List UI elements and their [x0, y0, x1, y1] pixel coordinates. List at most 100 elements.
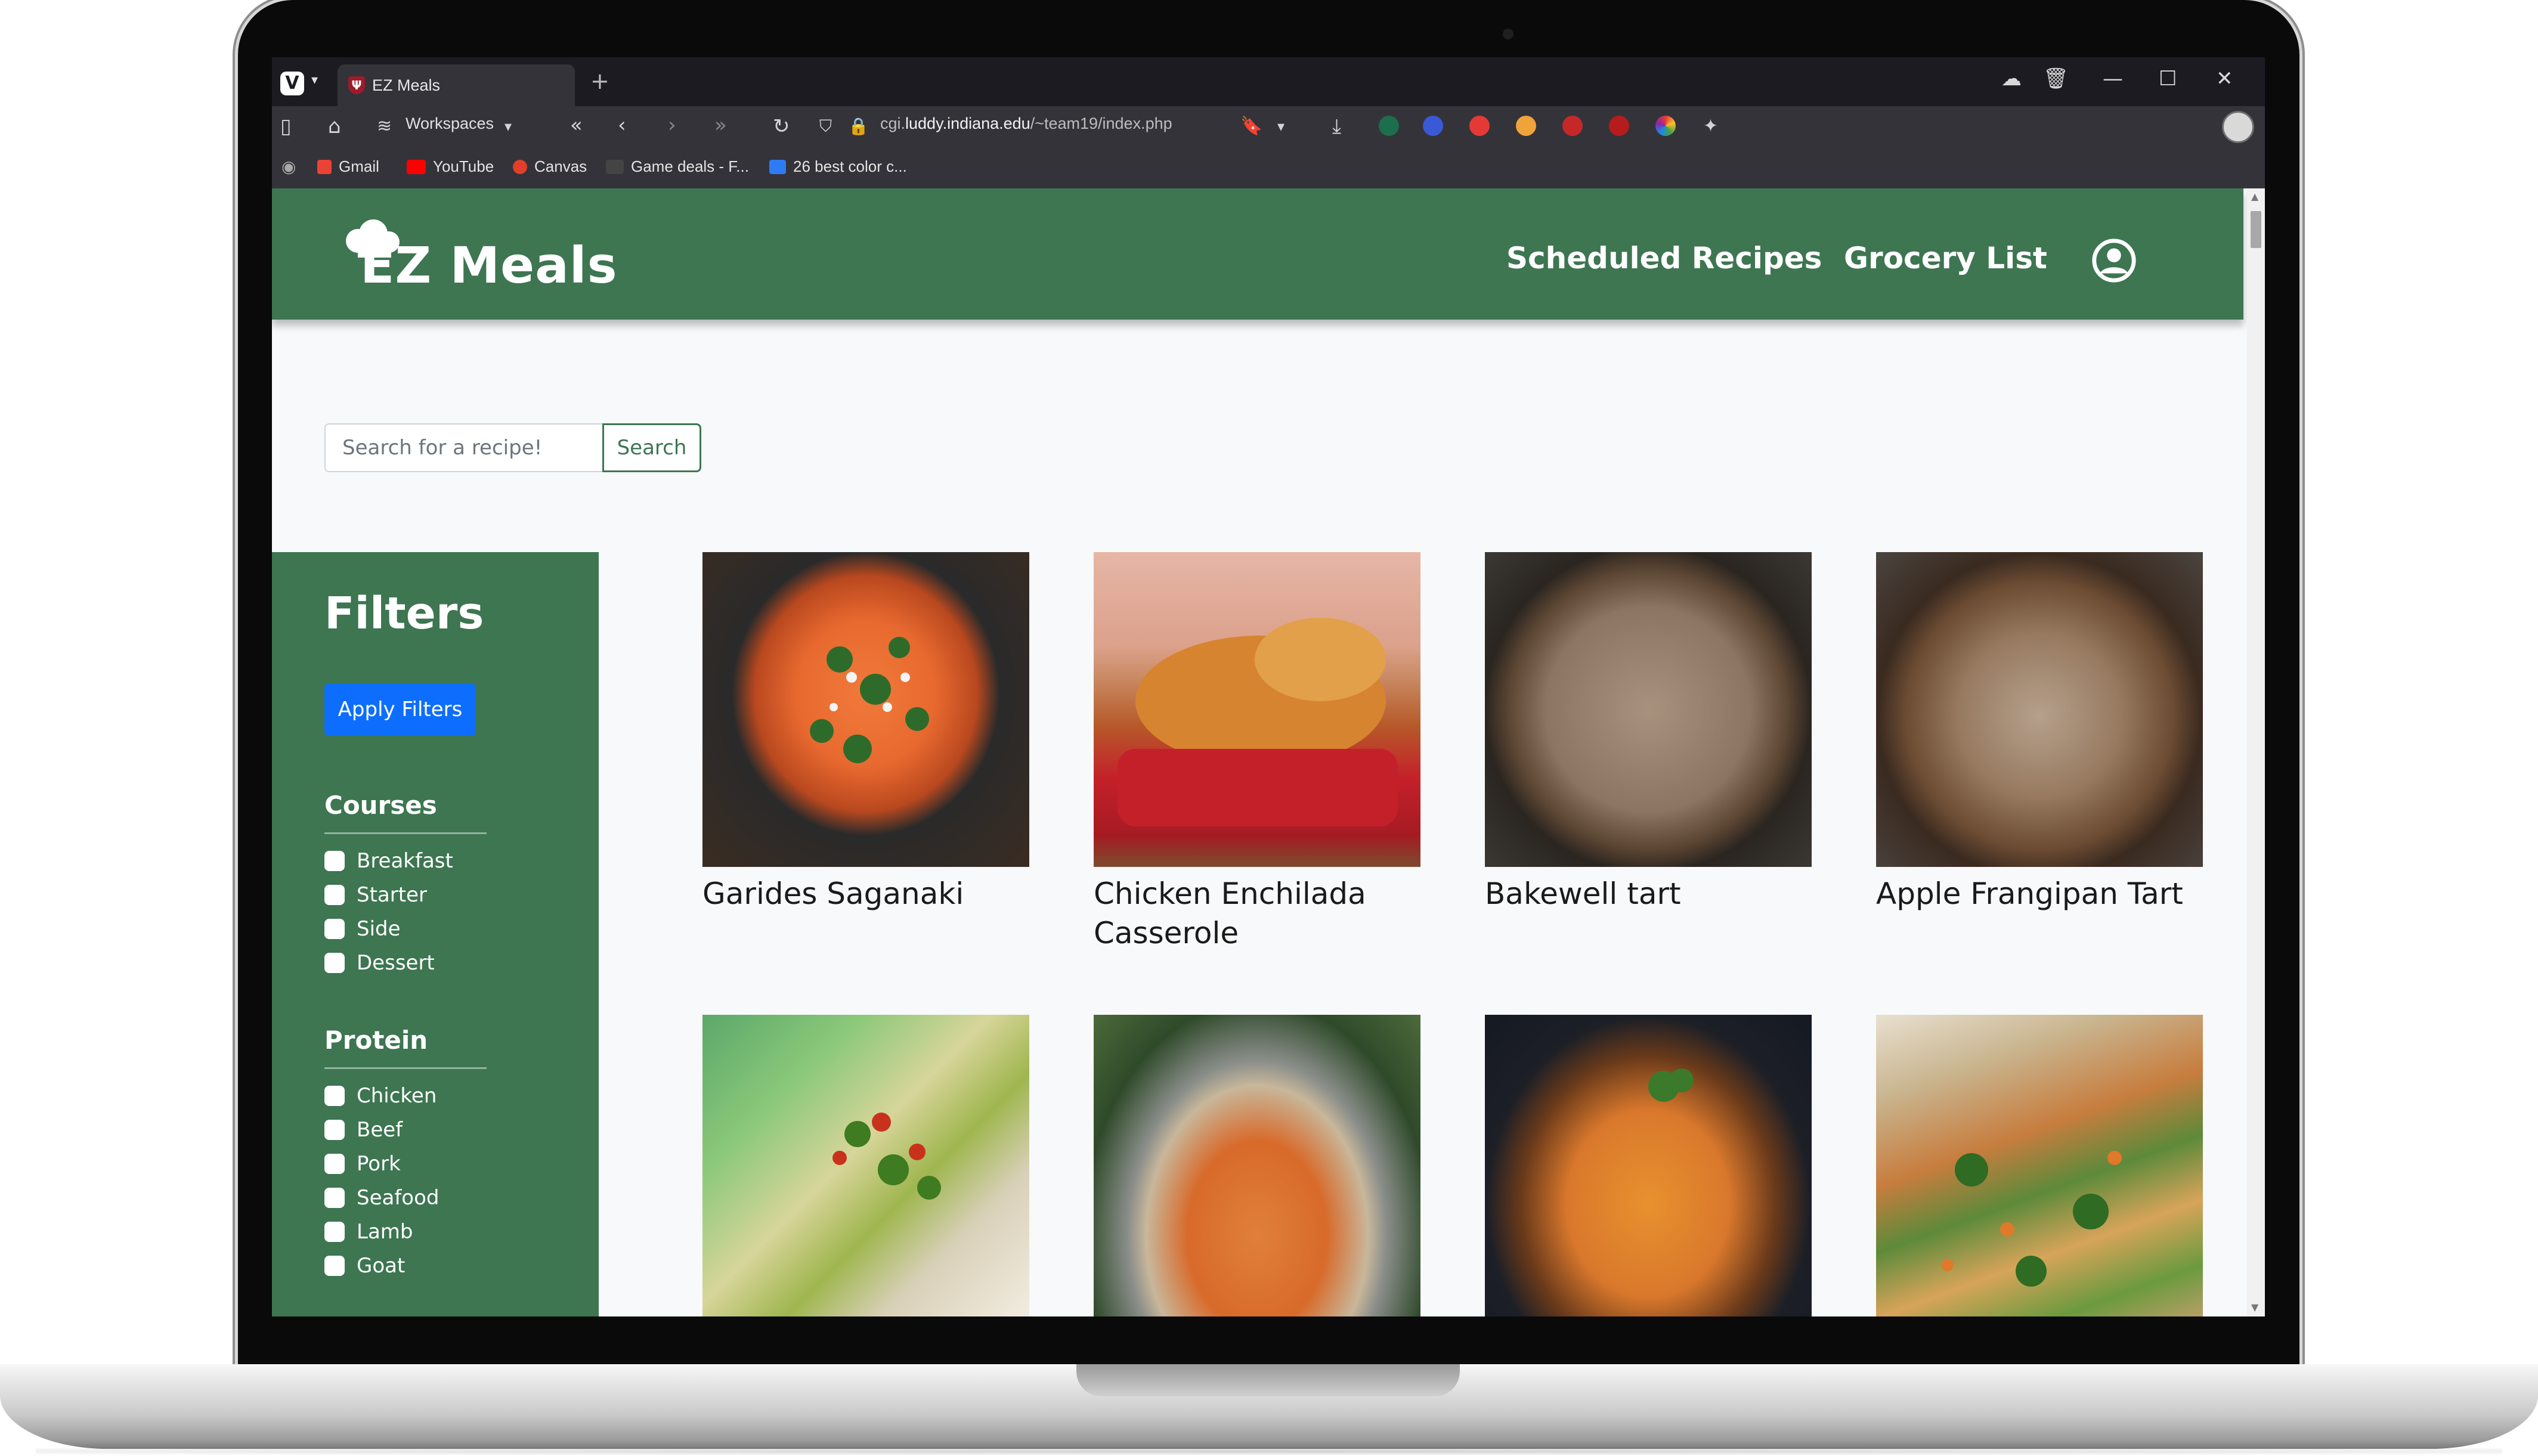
workspaces-icon[interactable]: ≋ [377, 114, 392, 138]
fast-forward-icon[interactable]: » [714, 113, 727, 137]
recipe-title[interactable]: Bakewell tart [1485, 874, 1819, 913]
filter-option-chicken[interactable]: Chicken [324, 1082, 437, 1110]
workspaces-button[interactable]: Workspaces [406, 114, 494, 133]
pasta-decor [1648, 1068, 1694, 1102]
filter-option-seafood[interactable]: Seafood [324, 1184, 439, 1212]
checkbox[interactable] [324, 851, 345, 871]
laptop-shadow [36, 1448, 2502, 1455]
recipe-title[interactable]: Chicken Enchilada Casserole [1094, 874, 1428, 953]
reload-icon[interactable]: ↻ [773, 114, 790, 138]
filter-option-lamb[interactable]: Lamb [324, 1218, 413, 1246]
bookmark-canvas[interactable]: Canvas [513, 157, 587, 176]
brand-logo[interactable]: EZ Meals [360, 236, 618, 295]
scrollbar-thumb[interactable] [2251, 211, 2261, 248]
nav-scheduled-recipes[interactable]: Scheduled Recipes [1506, 241, 1822, 275]
checkbox[interactable] [324, 885, 345, 905]
panel-toggle-icon[interactable]: ▯ [280, 114, 292, 138]
filter-option-beef[interactable]: Beef [324, 1116, 403, 1144]
nav-grocery-list[interactable]: Grocery List [1844, 241, 2047, 275]
filter-option-breakfast[interactable]: Breakfast [324, 847, 453, 875]
profile-avatar[interactable] [2222, 111, 2254, 143]
filter-option-label: Beef [357, 1118, 403, 1142]
filter-option-label: Side [357, 917, 401, 941]
bookmark-colors[interactable]: 26 best color c... [769, 157, 907, 176]
chevron-down-icon[interactable]: ▾ [311, 73, 318, 88]
bookmark-game-deals[interactable]: Game deals - F... [606, 157, 749, 176]
bookmark-gmail[interactable]: Gmail [317, 157, 379, 176]
checkbox[interactable] [324, 1256, 345, 1276]
recipe-image[interactable] [1876, 1015, 2203, 1316]
forward-icon[interactable]: › [668, 113, 676, 137]
filter-group-courses-title: Courses [324, 791, 437, 820]
fried-rice-decor [1942, 1151, 2122, 1287]
checkbox[interactable] [324, 1120, 345, 1140]
account-icon[interactable] [2091, 237, 2137, 284]
shield-icon[interactable]: ⛉ [819, 114, 832, 138]
recipe-title[interactable]: Apple Frangipan Tart [1876, 874, 2210, 913]
recipe-image[interactable] [702, 552, 1029, 867]
minimize-icon[interactable]: — [2103, 67, 2123, 91]
home-icon[interactable]: ⌂ [328, 114, 341, 138]
chevron-down-icon[interactable]: ▾ [504, 114, 512, 138]
recipe-image[interactable] [1485, 1015, 1812, 1316]
trash-icon[interactable]: 🗑 [2043, 67, 2069, 91]
puzzle-icon[interactable]: ✦ [1703, 114, 1718, 138]
tab-ez-meals[interactable]: Ψ EZ Meals [338, 64, 575, 106]
extension-icon[interactable] [1469, 116, 1490, 136]
filter-option-dessert[interactable]: Dessert [324, 949, 435, 977]
checkbox[interactable] [324, 1086, 345, 1106]
close-icon[interactable]: ✕ [2216, 67, 2233, 91]
filter-option-goat[interactable]: Goat [324, 1251, 405, 1280]
checkbox[interactable] [324, 919, 345, 939]
search-button[interactable]: Search [602, 423, 701, 472]
checkbox[interactable] [324, 1188, 345, 1208]
extension-icon[interactable] [1423, 116, 1443, 136]
scroll-down-icon[interactable]: ▼ [2251, 1302, 2258, 1313]
search-input[interactable]: Search for a recipe! [324, 423, 603, 472]
extension-icon[interactable] [1562, 116, 1583, 136]
rewind-icon[interactable]: « [570, 113, 583, 137]
camera [1503, 29, 1513, 39]
extension-icon[interactable] [1516, 116, 1536, 136]
extension-icon[interactable] [1655, 116, 1676, 136]
apply-filters-button[interactable]: Apply Filters [324, 683, 476, 736]
recipe-image[interactable] [702, 1015, 1029, 1316]
bookmark-label: Canvas [534, 157, 587, 175]
maximize-icon[interactable]: ☐ [2159, 67, 2177, 91]
filter-option-side[interactable]: Side [324, 915, 401, 943]
recipe-image[interactable] [1094, 552, 1420, 867]
scroll-up-icon[interactable]: ▲ [2251, 191, 2258, 202]
chevron-down-icon[interactable]: ▾ [1277, 114, 1285, 138]
extension-icon[interactable] [1379, 116, 1399, 136]
bookmark-youtube[interactable]: YouTube [407, 157, 494, 176]
bookmark-label: 26 best color c... [793, 157, 907, 175]
bookmark-label: Gmail [339, 157, 379, 175]
bookmark-site-icon [769, 160, 786, 174]
filter-option-starter[interactable]: Starter [324, 881, 427, 909]
globe-icon[interactable]: ◉ [281, 155, 296, 179]
filter-option-pork[interactable]: Pork [324, 1150, 401, 1178]
back-icon[interactable]: ‹ [618, 113, 626, 137]
page-scrollbar[interactable]: ▲ ▼ [2247, 188, 2265, 1316]
screen: V ▾ Ψ EZ Meals + ☁ 🗑 — ☐ ✕ ▯ ⌂ ≋ Workspa… [272, 57, 2265, 1316]
site-navbar: EZ Meals Scheduled Recipes Grocery List [272, 188, 2243, 320]
filter-option-label: Lamb [357, 1220, 413, 1244]
filter-option-label: Goat [357, 1254, 406, 1278]
recipe-title[interactable]: Garides Saganaki [702, 874, 1036, 913]
url-field[interactable]: cgi.luddy.indiana.edu/~team19/index.php [880, 114, 1172, 133]
extension-icon[interactable] [1609, 116, 1629, 136]
checkbox[interactable] [324, 1222, 345, 1242]
download-icon[interactable]: ⤓ [1332, 114, 1341, 138]
iu-favicon-icon: Ψ [348, 76, 365, 94]
checkbox[interactable] [324, 1154, 345, 1174]
vivaldi-menu-icon[interactable]: V [280, 72, 304, 95]
bookmark-icon[interactable]: 🔖 [1240, 114, 1262, 138]
recipe-image[interactable] [1485, 552, 1812, 867]
recipe-image[interactable] [1876, 552, 2203, 867]
divider [324, 1067, 487, 1069]
new-tab-button[interactable]: + [590, 69, 609, 93]
checkbox[interactable] [324, 953, 345, 973]
cloud-icon[interactable]: ☁ [2001, 67, 2022, 91]
divider [324, 832, 487, 834]
recipe-image[interactable] [1094, 1015, 1420, 1316]
